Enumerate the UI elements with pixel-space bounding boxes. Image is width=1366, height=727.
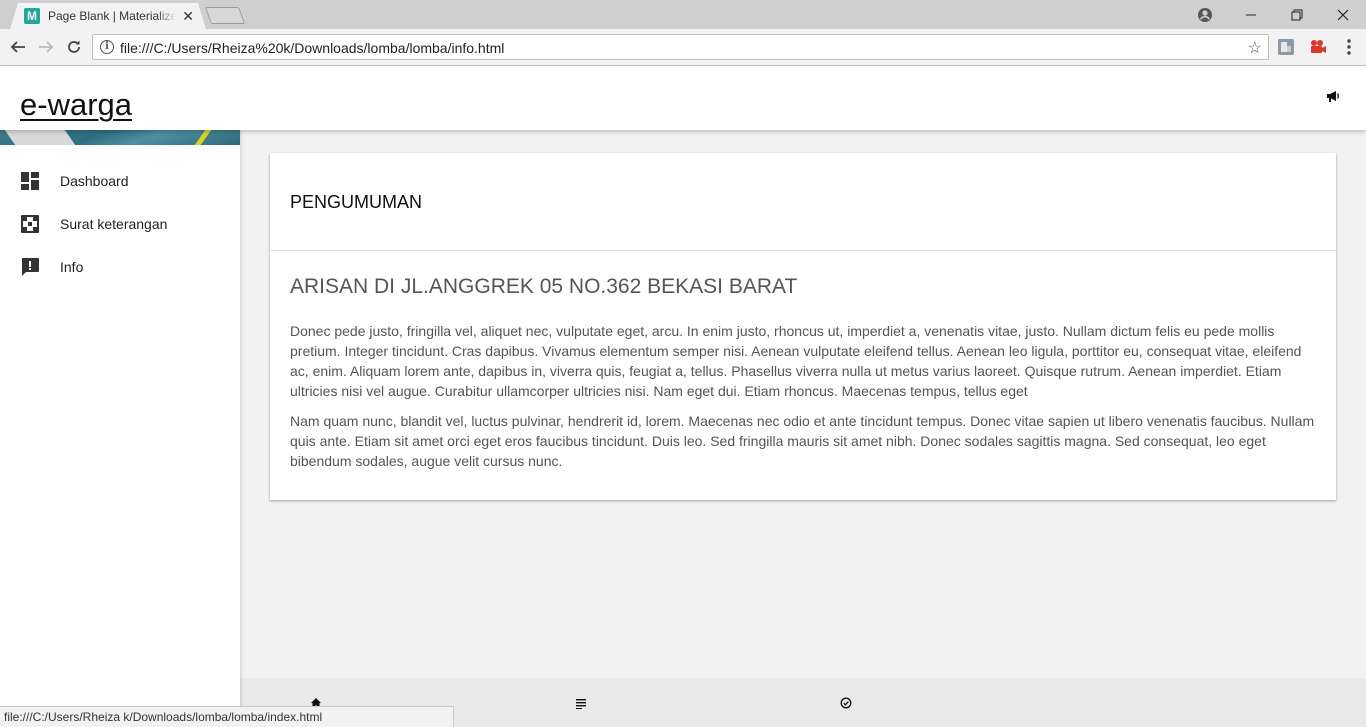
brand-logo-link[interactable]: e-warga [20,87,132,123]
browser-tab[interactable]: M Page Blank | Materialize - ✕ [10,3,206,29]
new-tab-button[interactable] [204,7,246,24]
browser-tab-strip: M Page Blank | Materialize - ✕ [0,0,1366,29]
card-header: PENGUMUMAN [270,153,1336,251]
sidebar-banner-image [0,130,240,145]
tab-close-icon[interactable]: ✕ [182,8,194,24]
post-title: ARISAN DI JL.ANGGREK 05 NO.362 BEKASI BA… [290,275,798,298]
restore-icon[interactable] [1274,0,1320,29]
sidebar-item-label: Surat keterangan [60,216,168,232]
document-icon [20,214,40,234]
announcement-icon [20,257,40,277]
sidebar-item-surat-keterangan[interactable]: Surat keterangan [0,204,240,244]
check-circle-icon[interactable] [840,696,852,709]
minimize-icon[interactable] [1228,0,1274,29]
tab-title: Page Blank | Materialize - [48,9,176,23]
info-icon[interactable]: i [100,40,114,54]
megaphone-icon[interactable] [1326,89,1340,103]
browser-toolbar: i file:///C:/Users/Rheiza%20k/Downloads/… [0,29,1366,66]
sidebar-item-dashboard[interactable]: Dashboard [0,161,240,201]
sidebar-item-label: Dashboard [60,173,129,189]
page-viewport: e-warga Dashboard Surat keterangan Info [0,66,1366,727]
account-icon[interactable] [1182,0,1228,29]
address-bar[interactable]: i file:///C:/Users/Rheiza%20k/Downloads/… [92,34,1269,60]
list-icon[interactable] [575,696,587,709]
post-paragraph: Donec pede justo, fringilla vel, aliquet… [290,323,1302,399]
dashboard-icon [20,171,40,191]
star-icon[interactable]: ☆ [1248,38,1262,58]
extension-icon[interactable] [1277,38,1295,56]
reload-icon[interactable] [64,37,84,57]
materialize-favicon-icon: M [24,8,40,24]
sidebar-item-info[interactable]: Info [0,247,240,287]
post-paragraph: Nam quam nunc, blandit vel, luctus pulvi… [290,413,1315,469]
announcement-card: PENGUMUMAN ARISAN DI JL.ANGGREK 05 NO.36… [270,153,1336,500]
forward-arrow-icon[interactable] [36,37,56,57]
back-arrow-icon[interactable] [8,37,28,57]
card-title: PENGUMUMAN [290,192,423,212]
sidebar-item-label: Info [60,259,84,275]
app-header: e-warga [0,66,1366,130]
close-icon[interactable] [1320,0,1366,29]
menu-dots-icon[interactable] [1340,38,1358,56]
sidebar: Dashboard Surat keterangan Info [0,130,240,727]
url-text[interactable]: file:///C:/Users/Rheiza%20k/Downloads/lo… [120,40,504,56]
video-extension-icon[interactable] [1309,38,1327,56]
browser-status-bar: file:///C:/Users/Rheiza k/Downloads/lomb… [0,706,454,727]
